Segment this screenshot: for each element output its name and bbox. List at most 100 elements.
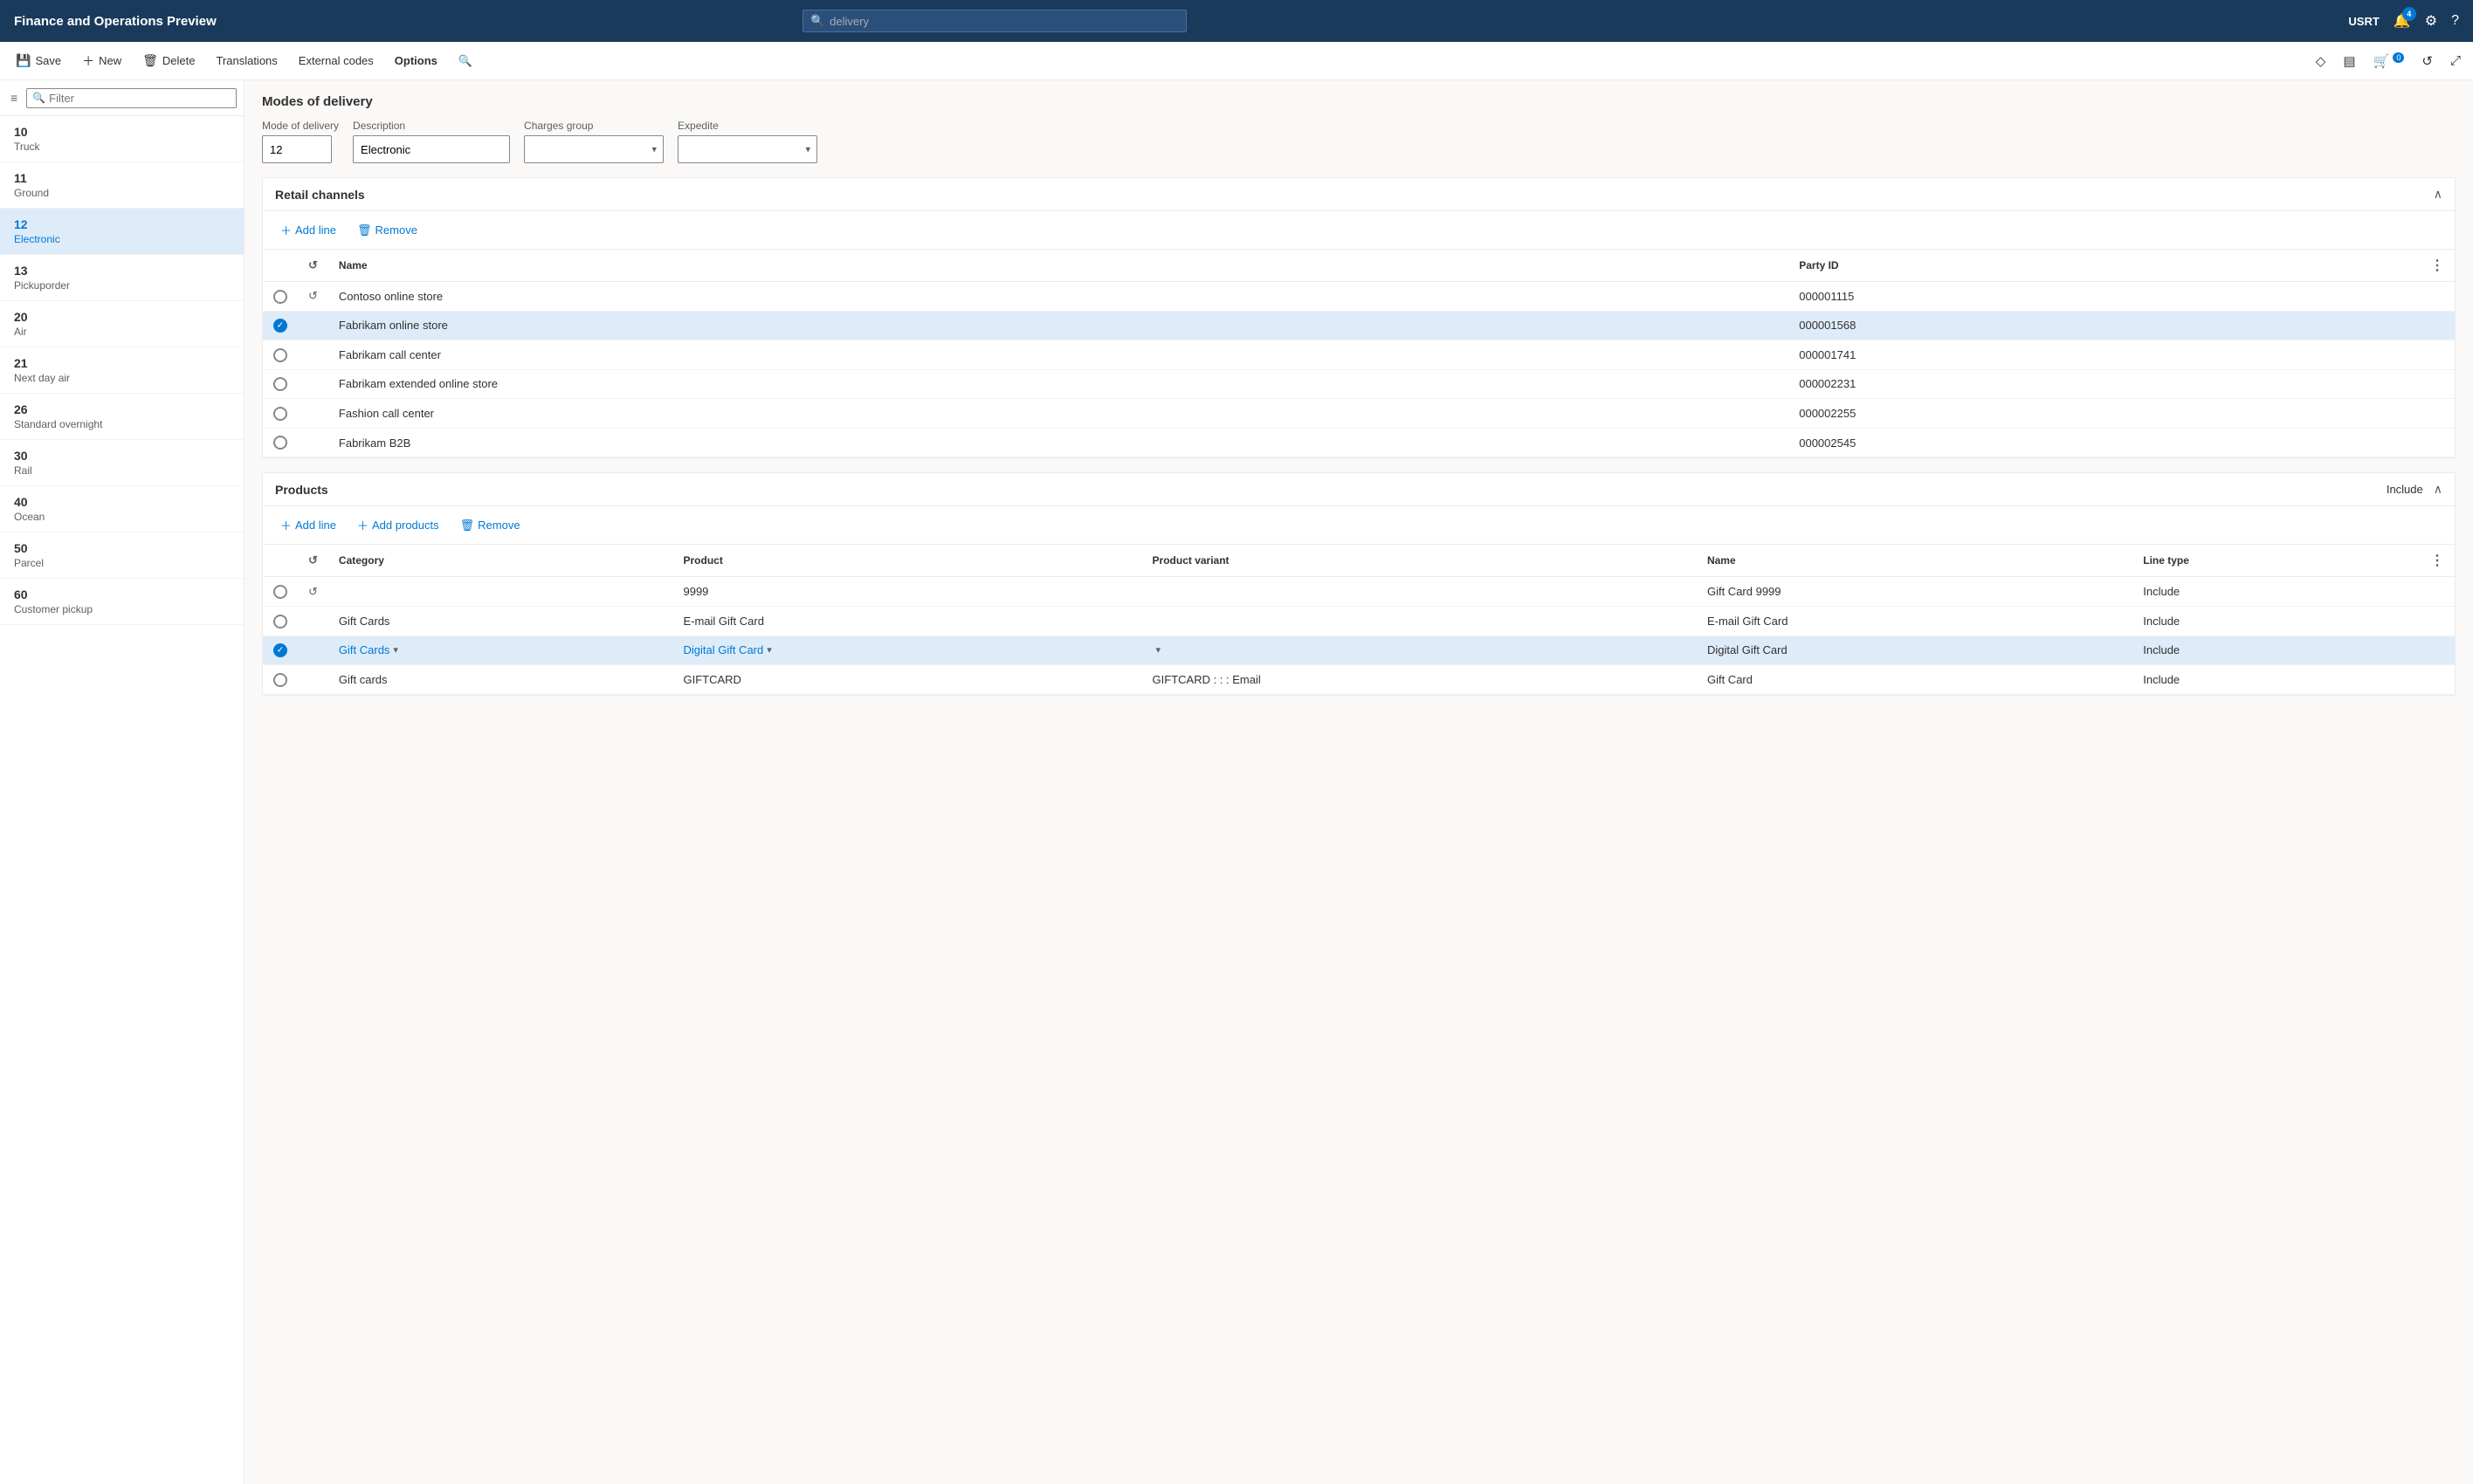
mode-input[interactable] <box>262 135 332 163</box>
help-button[interactable]: ? <box>2451 13 2459 29</box>
retail-channel-row[interactable]: Fabrikam call center 000001741 <box>263 340 2455 370</box>
row-refresh-cell <box>298 428 328 457</box>
new-button[interactable]: ＋ New <box>73 47 130 75</box>
product-category-cell <box>328 577 673 607</box>
search-input[interactable] <box>830 15 1179 28</box>
save-button[interactable]: 💾 Save <box>7 48 70 73</box>
refresh-header-icon[interactable]: ↺ <box>308 258 318 271</box>
prod-row-radio-cell[interactable] <box>263 577 298 607</box>
retail-channel-row[interactable]: Fabrikam extended online store 000002231 <box>263 369 2455 399</box>
sidebar-filter-bar: ≡ 🔍 <box>0 80 244 116</box>
sidebar-item-30[interactable]: 30 Rail <box>0 440 244 486</box>
products-add-products-btn[interactable]: ＋ Add products <box>352 513 444 537</box>
retail-channel-row[interactable]: Fabrikam B2B 000002545 <box>263 428 2455 457</box>
sidebar-item-number-50: 50 <box>14 541 230 555</box>
more-options-icon[interactable]: ⋮ <box>2430 258 2444 273</box>
sidebar-item-40[interactable]: 40 Ocean <box>0 486 244 532</box>
row-radio-cell[interactable] <box>263 428 298 457</box>
options-search-button[interactable]: 🔍 <box>450 49 481 73</box>
retail-channels-collapse-btn[interactable]: ∧ <box>2434 187 2442 202</box>
sidebar-item-number-60: 60 <box>14 587 230 601</box>
prod-row-refresh-icon[interactable]: ↺ <box>308 585 318 598</box>
filter-icon[interactable]: ≡ <box>7 87 21 108</box>
sidebar-item-12[interactable]: 12 Electronic <box>0 209 244 255</box>
prod-row-radio-cell[interactable] <box>263 636 298 665</box>
variant-chevron[interactable]: ▾ <box>1156 644 1161 656</box>
sidebar-item-13[interactable]: 13 Pickuporder <box>0 255 244 301</box>
description-input[interactable] <box>353 135 510 163</box>
row-radio-cell[interactable] <box>263 340 298 370</box>
prod-row-radio[interactable] <box>273 643 287 657</box>
prod-row-radio-cell[interactable] <box>263 665 298 695</box>
product-product-cell: 9999 <box>672 577 1141 607</box>
search-icon: 🔍 <box>810 14 824 28</box>
row-radio[interactable] <box>273 290 287 304</box>
options-button[interactable]: Options <box>386 49 446 72</box>
retail-remove-btn[interactable]: 🗑 Remove <box>352 220 423 241</box>
charges-group-select[interactable] <box>524 135 664 163</box>
row-radio-cell[interactable] <box>263 282 298 312</box>
retail-add-line-btn[interactable]: ＋ Add line <box>275 218 341 242</box>
retail-channel-row[interactable]: Fashion call center 000002255 <box>263 399 2455 429</box>
row-radio-cell[interactable] <box>263 399 298 429</box>
product-category-cell: Gift Cards <box>328 606 673 636</box>
cart-btn[interactable]: 🛒 0 <box>2368 48 2410 74</box>
products-collapse-btn[interactable]: ∧ <box>2434 482 2442 497</box>
product-chevron[interactable]: ▾ <box>767 644 772 656</box>
row-radio[interactable] <box>273 407 287 421</box>
products-add-line-btn[interactable]: ＋ Add line <box>275 513 341 537</box>
sidebar-item-26[interactable]: 26 Standard overnight <box>0 394 244 440</box>
notifications-button[interactable]: 🔔 4 <box>2394 12 2411 30</box>
retail-channel-row[interactable]: ↺ Contoso online store 000001115 <box>263 282 2455 312</box>
prod-row-radio[interactable] <box>273 673 287 687</box>
row-radio[interactable] <box>273 348 287 362</box>
external-codes-button[interactable]: External codes <box>290 49 382 72</box>
expedite-select[interactable] <box>678 135 817 163</box>
sidebar-item-60[interactable]: 60 Customer pickup <box>0 579 244 625</box>
product-category-cell[interactable]: Gift Cards ▾ <box>328 636 673 665</box>
sidebar-item-50[interactable]: 50 Parcel <box>0 532 244 579</box>
sidebar-filter-input[interactable] <box>49 92 231 105</box>
product-variant-cell[interactable]: ▾ <box>1142 636 1697 665</box>
prod-row-radio[interactable] <box>273 585 287 599</box>
search-bar[interactable]: 🔍 <box>803 10 1187 32</box>
retail-channel-row[interactable]: Fabrikam online store 000001568 <box>263 311 2455 340</box>
translations-button[interactable]: Translations <box>207 49 286 72</box>
settings-button[interactable]: ⚙ <box>2425 12 2437 30</box>
sidebar-item-label-10: Truck <box>14 141 230 153</box>
product-row[interactable]: Gift Cards E-mail Gift Card E-mail Gift … <box>263 606 2455 636</box>
product-line-type-cell: Include <box>2132 665 2420 695</box>
products-remove-btn[interactable]: 🗑 Remove <box>455 515 526 536</box>
prod-row-radio[interactable] <box>273 615 287 629</box>
product-row[interactable]: Gift Cards ▾ Digital Gift Card ▾ ▾ Digit… <box>263 636 2455 665</box>
refresh-btn[interactable]: ↺ <box>2416 48 2438 74</box>
prod-refresh-header-icon[interactable]: ↺ <box>308 553 318 567</box>
prod-more-options-icon[interactable]: ⋮ <box>2430 553 2444 568</box>
row-radio[interactable] <box>273 377 287 391</box>
remove-icon: 🗑 <box>357 223 372 237</box>
sidebar-item-21[interactable]: 21 Next day air <box>0 347 244 394</box>
product-row[interactable]: Gift cards GIFTCARD GIFTCARD : : : Email… <box>263 665 2455 695</box>
product-row[interactable]: ↺ 9999 Gift Card 9999 Include <box>263 577 2455 607</box>
row-refresh-icon[interactable]: ↺ <box>308 289 318 302</box>
sidebar-item-number-26: 26 <box>14 402 230 416</box>
prod-row-radio-cell[interactable] <box>263 606 298 636</box>
row-radio[interactable] <box>273 436 287 450</box>
product-product-cell[interactable]: Digital Gift Card ▾ <box>672 636 1141 665</box>
delete-button[interactable]: 🗑 Delete <box>134 48 203 73</box>
row-radio-cell[interactable] <box>263 369 298 399</box>
sidebar-item-10[interactable]: 10 Truck <box>0 116 244 162</box>
retail-channels-panel: Retail channels ∧ ＋ Add line 🗑 Remove <box>262 177 2456 458</box>
row-radio-cell[interactable] <box>263 311 298 340</box>
diamond-icon-btn[interactable]: ◇ <box>2311 48 2332 74</box>
col-more-opts: ⋮ <box>2420 250 2455 282</box>
filter-search-icon: 🔍 <box>32 92 45 104</box>
sidebar-item-11[interactable]: 11 Ground <box>0 162 244 209</box>
product-name-cell: Digital Gift Card <box>1697 636 2132 665</box>
sidebar-item-20[interactable]: 20 Air <box>0 301 244 347</box>
row-radio[interactable] <box>273 319 287 333</box>
layout-btn[interactable]: ▤ <box>2338 48 2360 74</box>
category-chevron[interactable]: ▾ <box>393 644 398 656</box>
fullscreen-btn[interactable]: ⤢ <box>2445 48 2466 73</box>
mode-field: Mode of delivery <box>262 120 339 163</box>
